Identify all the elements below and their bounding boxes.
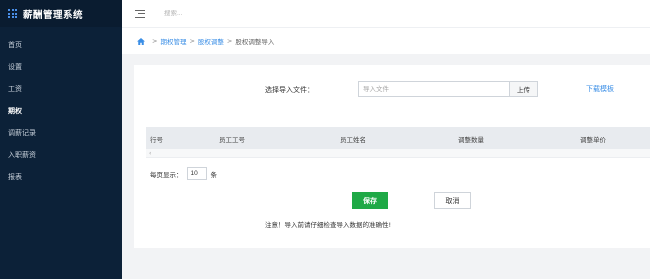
- column-header-employee-name: 员工姓名: [340, 136, 366, 144]
- import-panel: 选择导入文件： 上传 下载模板 行号 员工工号 员工姓名 调整数量 调整单价 ‹…: [134, 65, 650, 248]
- page-size-control: 每页显示： 条: [150, 167, 217, 180]
- sidebar-menu: 首页 设置 工资 期权 调薪记录 入职薪资 报表: [0, 34, 122, 188]
- page-size-label: 每页显示：: [150, 170, 183, 179]
- home-icon[interactable]: [137, 37, 145, 45]
- upload-file-label: 选择导入文件：: [265, 86, 314, 94]
- breadcrumb-current: 股权调整导入: [235, 38, 275, 46]
- sidebar-item-salary[interactable]: 工资: [0, 78, 122, 100]
- column-header-row-number: 行号: [150, 136, 163, 144]
- breadcrumb-separator: >: [152, 37, 158, 45]
- page-size-input[interactable]: [186, 167, 207, 180]
- sidebar: 薪酬管理系统 首页 设置 工资 期权 调薪记录 入职薪资 报表: [0, 0, 122, 279]
- column-header-adjust-quantity: 调整数量: [458, 136, 484, 144]
- sidebar-item-onboarding-salary[interactable]: 入职薪资: [0, 144, 122, 166]
- breadcrumb-options-management[interactable]: 期权管理: [160, 36, 186, 46]
- import-file-input[interactable]: [358, 81, 510, 97]
- upload-button[interactable]: 上传: [510, 81, 538, 97]
- column-header-employee-id: 员工工号: [219, 136, 245, 144]
- horizontal-scrollbar[interactable]: ‹: [146, 149, 650, 158]
- download-template-link[interactable]: 下载模板: [586, 84, 614, 94]
- breadcrumb: > 期权管理 > 股权调整 > 股权调整导入: [122, 27, 650, 54]
- sidebar-item-home[interactable]: 首页: [0, 34, 122, 56]
- search-input[interactable]: [164, 10, 284, 17]
- sidebar-item-options[interactable]: 期权: [0, 100, 122, 122]
- breadcrumb-separator: >: [226, 37, 233, 45]
- app-brand[interactable]: 薪酬管理系统: [0, 0, 122, 27]
- top-bar: [122, 0, 650, 27]
- sidebar-item-settings[interactable]: 设置: [0, 56, 122, 78]
- scroll-left-icon[interactable]: ‹: [149, 150, 151, 157]
- app-title: 薪酬管理系统: [23, 9, 84, 21]
- breadcrumb-equity-adjust[interactable]: 股权调整: [198, 36, 224, 46]
- import-notice: 注意！导入前请仔细检查导入数据的准确性!: [265, 221, 392, 229]
- breadcrumb-separator: >: [189, 37, 195, 45]
- save-button[interactable]: 保存: [352, 192, 388, 209]
- menu-toggle-icon[interactable]: [135, 9, 145, 18]
- upload-row: 选择导入文件： 上传 下载模板: [134, 81, 650, 97]
- cancel-button[interactable]: 取消: [434, 192, 471, 209]
- page-size-unit: 条: [210, 170, 218, 179]
- table-header: 行号 员工工号 员工姓名 调整数量 调整单价: [146, 127, 650, 149]
- sidebar-item-salary-adjust-records[interactable]: 调薪记录: [0, 122, 122, 144]
- apps-grid-icon: [8, 9, 17, 18]
- column-header-adjust-price: 调整单价: [580, 136, 606, 144]
- sidebar-item-reports[interactable]: 报表: [0, 166, 122, 188]
- import-table: 行号 员工工号 员工姓名 调整数量 调整单价 ‹: [146, 127, 650, 158]
